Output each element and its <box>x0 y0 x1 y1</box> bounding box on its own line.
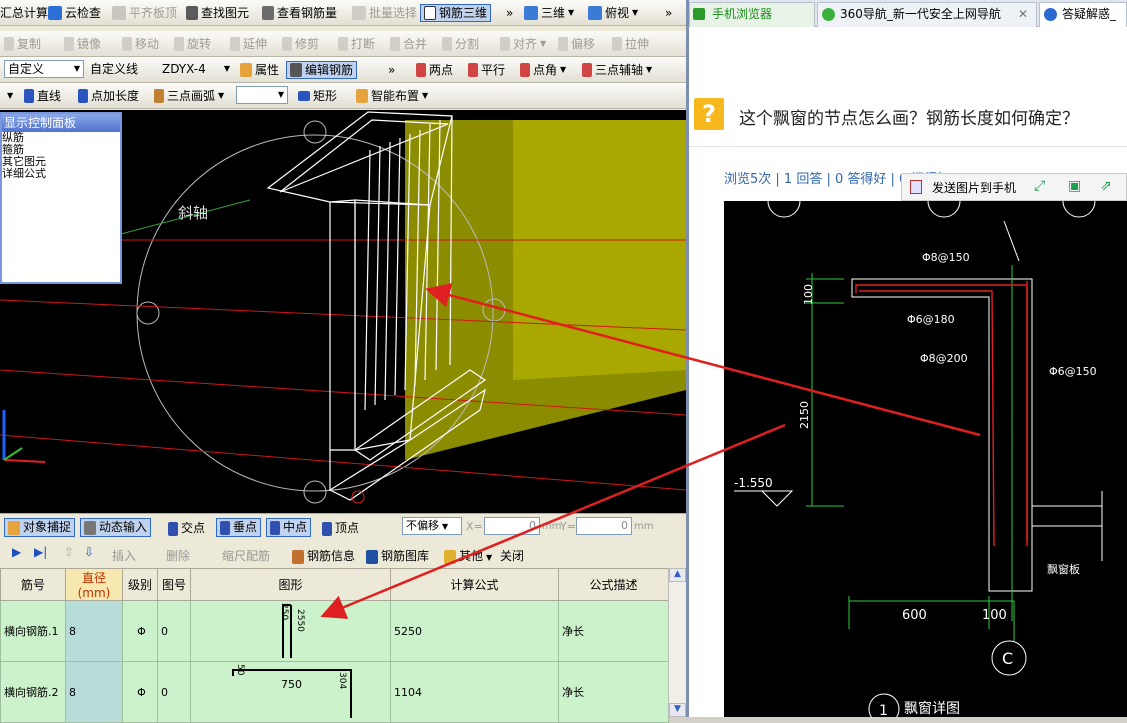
annotation-arrows <box>320 283 981 619</box>
arrow-to-3d <box>425 283 981 437</box>
arrow-to-grid <box>320 423 786 619</box>
